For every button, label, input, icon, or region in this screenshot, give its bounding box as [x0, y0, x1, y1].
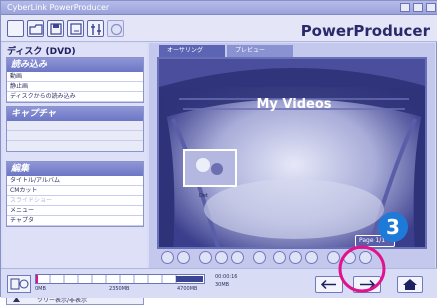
capacity-tick-2350: 2350MB — [109, 286, 130, 292]
brand-logo: PowerProducer — [300, 22, 430, 40]
capacity-tick-4700: 4700MB — [177, 286, 198, 292]
app-window: CyberLink PowerProducer PowerProducer ディ… — [0, 0, 437, 305]
menu-title: My Videos — [256, 97, 332, 112]
home-button[interactable] — [397, 276, 423, 293]
disc-type-title: ディスク (DVD) — [7, 47, 76, 57]
capacity-tick-0: 0MB — [35, 286, 46, 292]
prev-chapter-button[interactable] — [199, 251, 212, 264]
open-folder-icon[interactable] — [27, 20, 44, 37]
toolbar: PowerProducer — [1, 15, 437, 42]
cursor-up-button[interactable] — [289, 251, 302, 264]
thumbnail-image — [185, 151, 235, 185]
save-as-icon[interactable] — [67, 20, 84, 37]
return-button[interactable] — [343, 251, 356, 264]
callout-number: 3 — [386, 215, 400, 239]
list-item — [7, 141, 143, 151]
capture-section: キャプチャ — [6, 106, 144, 152]
settings-tools-icon[interactable] — [87, 20, 104, 37]
back-button[interactable] — [315, 276, 343, 293]
import-section-header: 読み込み — [7, 58, 143, 72]
menu-item-video[interactable]: 動画 — [7, 72, 143, 82]
capacity-bar — [35, 274, 205, 284]
status-bar: 0MB 2350MB 4700MB 00:00:16 30MB — [1, 268, 437, 298]
next-button[interactable] — [353, 276, 381, 293]
title-bar: CyberLink PowerProducer — [1, 1, 437, 15]
arrow-left-icon — [320, 279, 336, 290]
left-panel: ディスク (DVD) 読み込み 動画 静止画 ディスクからの読み込み キャプチャ… — [3, 43, 147, 305]
list-item — [7, 121, 143, 131]
menu-item-title-album[interactable]: タイトル/アルバム — [7, 176, 143, 186]
used-size: 30MB — [215, 282, 230, 288]
close-button[interactable] — [426, 3, 436, 12]
edit-section: 編集 タイトル/アルバム CMカット スライドショー メニュー チャプタ — [6, 161, 144, 227]
disc-settings-icon[interactable] — [7, 275, 31, 293]
cursor-right-button[interactable] — [305, 251, 318, 264]
tab-preview[interactable]: プレビュー — [227, 45, 293, 57]
elapsed-time: 00:00:16 — [215, 274, 238, 280]
cursor-left-button[interactable] — [273, 251, 286, 264]
home-icon — [403, 279, 417, 290]
play-button[interactable] — [161, 251, 174, 264]
new-project-icon[interactable] — [7, 20, 24, 37]
stop-button[interactable] — [177, 251, 190, 264]
capture-section-header[interactable]: キャプチャ — [7, 107, 143, 121]
import-section: 読み込み 動画 静止画 ディスクからの読み込み — [6, 57, 144, 103]
menu-item-cm-cut[interactable]: CMカット — [7, 186, 143, 196]
capacity-ticks — [49, 275, 203, 283]
video-thumbnail[interactable] — [183, 149, 237, 187]
rewind-button[interactable] — [215, 251, 228, 264]
capacity-used-fill — [36, 275, 38, 283]
menu-item-import-from-disc[interactable]: ディスクからの読み込み — [7, 92, 143, 102]
minimize-button[interactable] — [400, 3, 410, 12]
menu-item-chapter[interactable]: チャプタ — [7, 216, 143, 226]
menu-item-menu[interactable]: メニュー — [7, 206, 143, 216]
arrow-right-icon — [360, 279, 376, 290]
thumbnail-label: Det — [199, 193, 208, 199]
menu-item-still-image[interactable]: 静止画 — [7, 82, 143, 92]
menu-item-slideshow[interactable]: スライドショー — [7, 196, 143, 206]
help-icon[interactable] — [107, 20, 124, 37]
forward-button[interactable] — [231, 251, 244, 264]
volume-button[interactable] — [359, 251, 372, 264]
enter-button[interactable] — [327, 251, 340, 264]
edit-section-header: 編集 — [7, 162, 143, 176]
window-title: CyberLink PowerProducer — [7, 3, 110, 12]
maximize-button[interactable] — [413, 3, 423, 12]
tab-authoring[interactable]: オーサリング — [159, 45, 225, 57]
save-icon[interactable] — [47, 20, 64, 37]
list-item — [7, 131, 143, 141]
menu-button[interactable] — [253, 251, 266, 264]
playback-controls — [157, 249, 427, 266]
